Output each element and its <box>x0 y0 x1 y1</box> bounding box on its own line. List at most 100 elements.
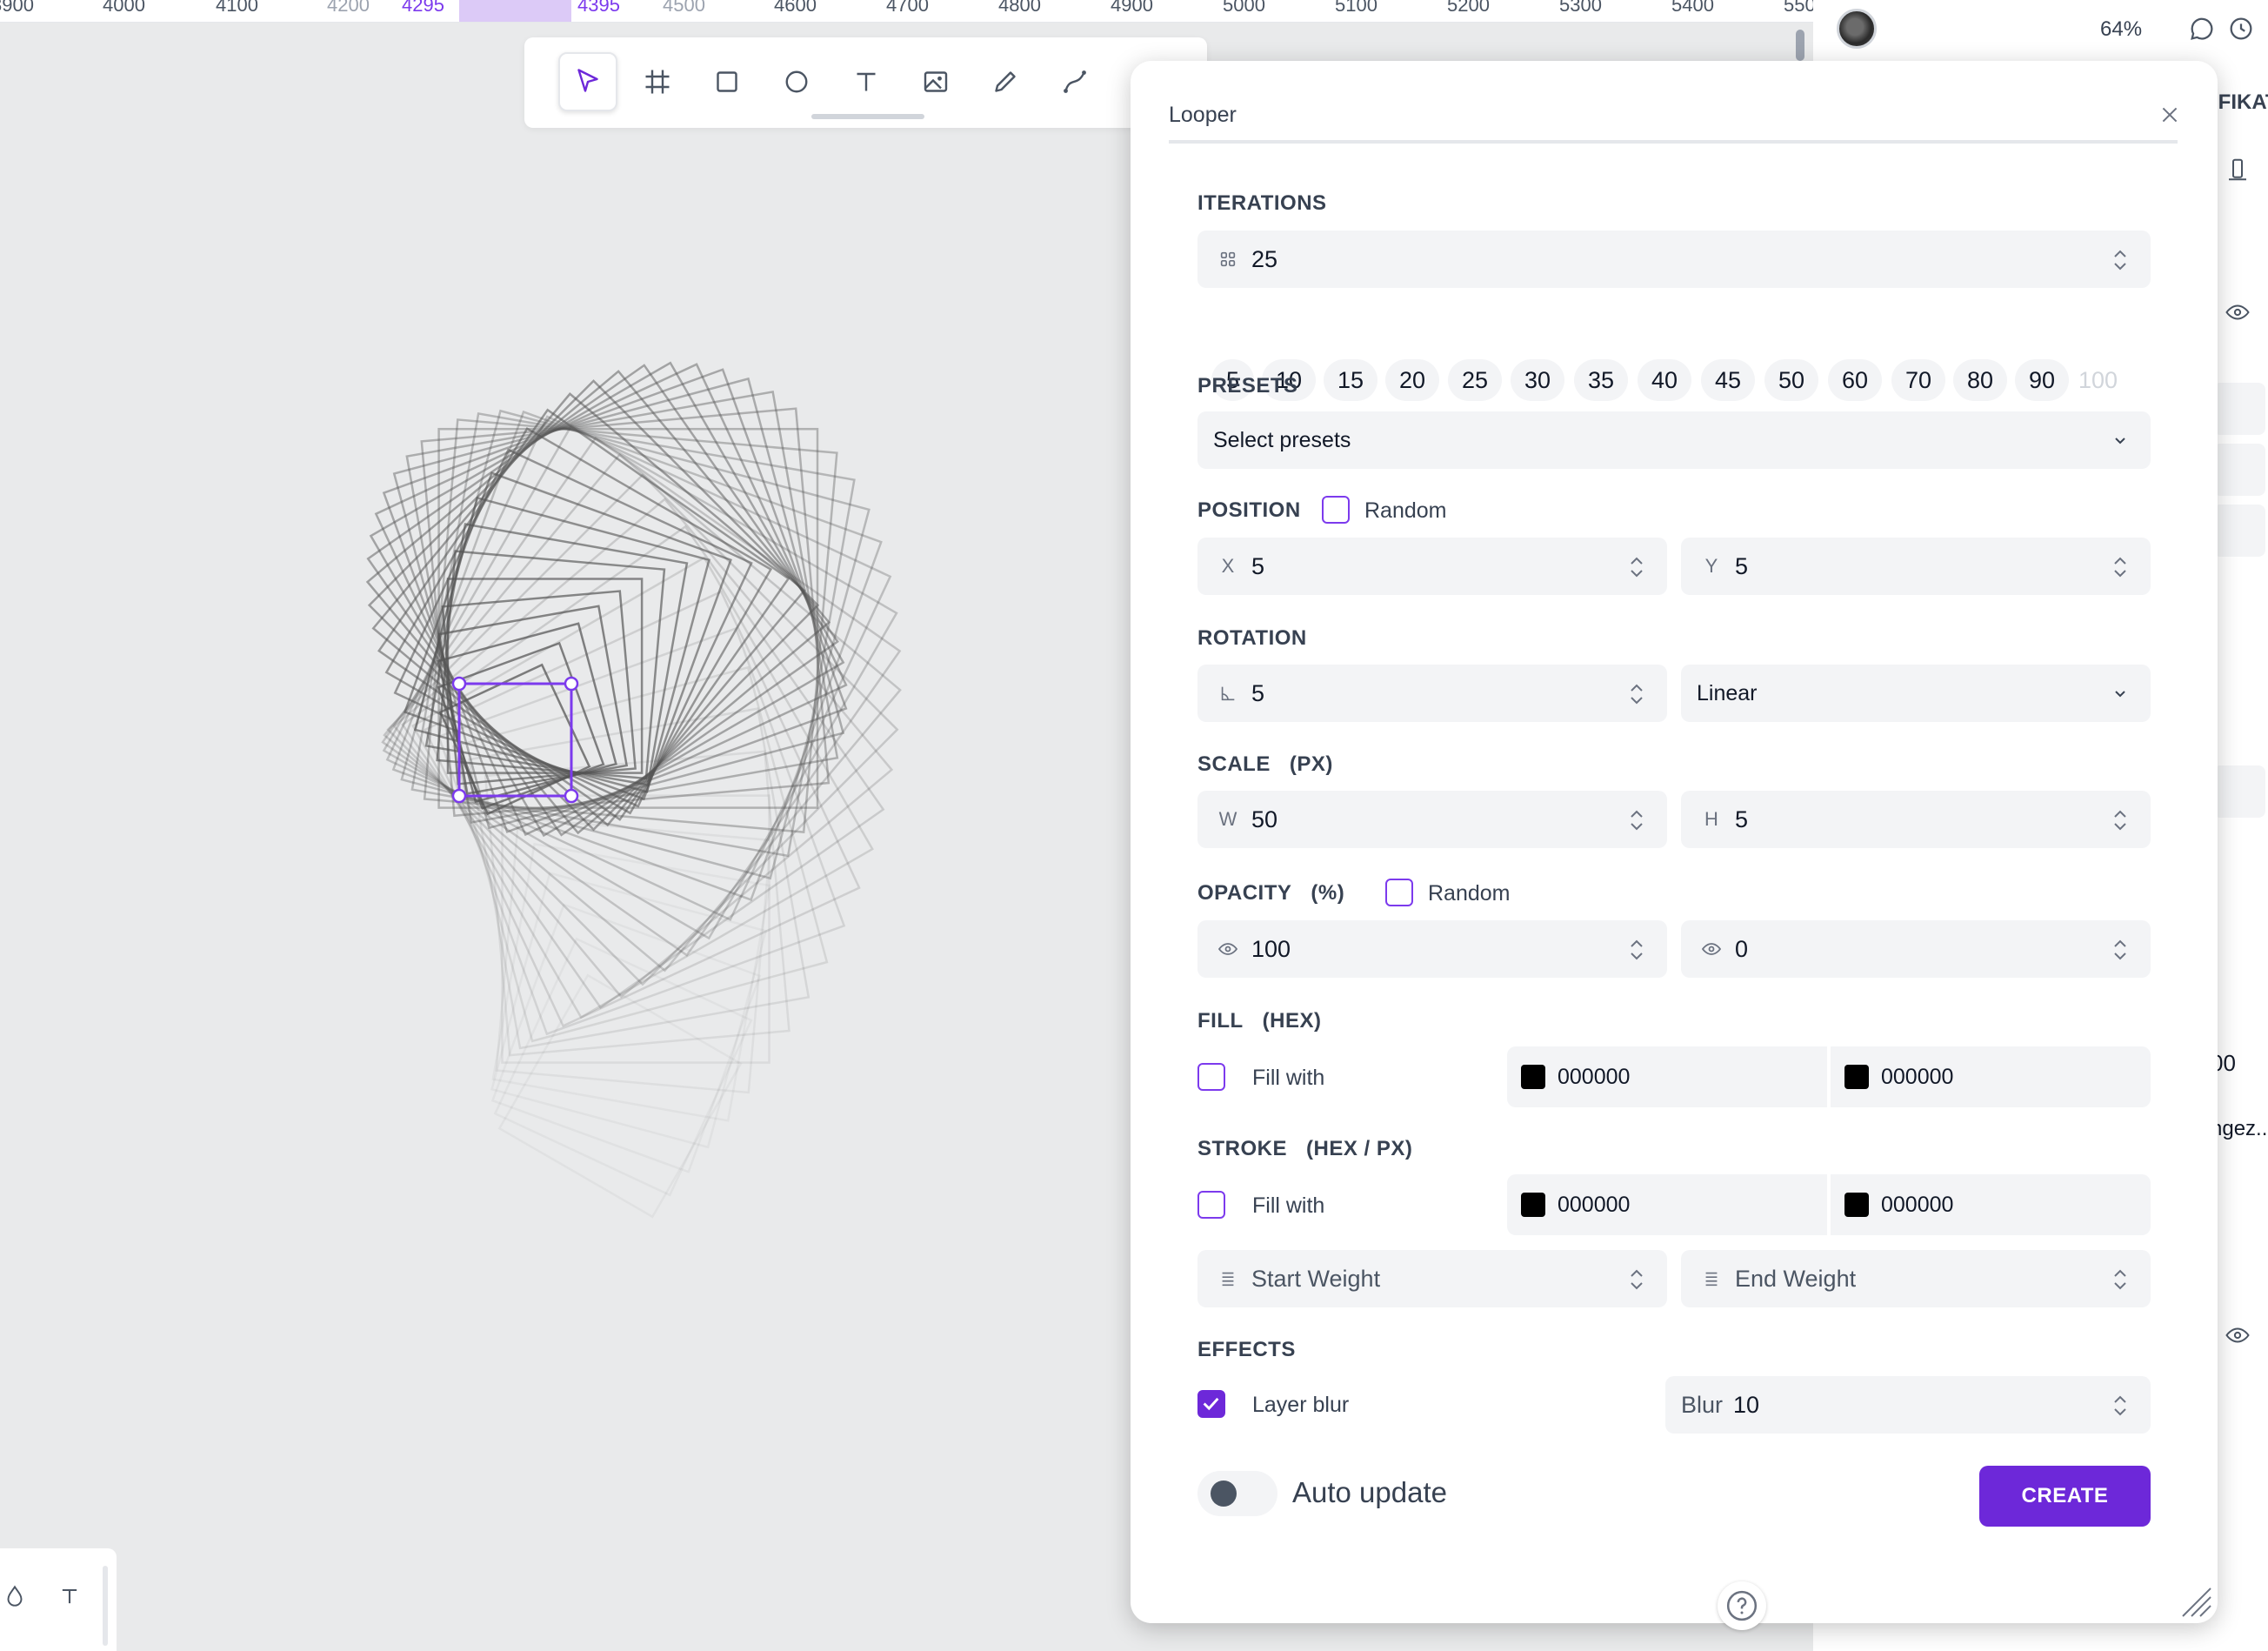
scale-height-input[interactable]: H 5 <box>1681 791 2151 848</box>
position-random-checkbox[interactable] <box>1322 496 1350 524</box>
stepper-icon[interactable] <box>2111 937 2130 963</box>
auto-update-toggle[interactable] <box>1197 1471 1277 1516</box>
help-button[interactable] <box>1718 1581 1766 1630</box>
frame-tool-button[interactable] <box>628 52 687 111</box>
iteration-chip[interactable]: 60 <box>1828 359 1882 401</box>
stroke-end-color[interactable]: 000000 <box>1831 1174 2151 1235</box>
stroke-start-color[interactable]: 000000 <box>1507 1174 1827 1235</box>
canvas-artwork[interactable] <box>0 23 1131 1651</box>
fill-with-checkbox[interactable] <box>1197 1063 1225 1091</box>
position-y-value: 5 <box>1735 552 1749 579</box>
zoom-level[interactable]: 64% <box>2100 17 2142 42</box>
stroke-start-hex: 000000 <box>1558 1192 1631 1217</box>
bottom-toolbar <box>0 1548 117 1651</box>
presets-select[interactable]: Select presets <box>1197 411 2151 469</box>
position-x-input[interactable]: X 5 <box>1197 538 1667 595</box>
panel-field[interactable] <box>2213 765 2265 818</box>
stepper-icon[interactable] <box>2111 554 2130 580</box>
iteration-chip[interactable]: 70 <box>1891 359 1945 401</box>
ruler-tick: 5000 <box>1223 0 1265 16</box>
stepper-icon[interactable] <box>2111 807 2130 833</box>
visibility-eye-icon[interactable] <box>2223 1322 2252 1348</box>
user-avatar[interactable] <box>1837 9 1877 49</box>
blur-input[interactable]: Blur 10 <box>1665 1376 2151 1434</box>
selection-handle <box>564 788 579 804</box>
iteration-chip[interactable]: 30 <box>1511 359 1564 401</box>
iteration-chip[interactable]: 90 <box>2015 359 2069 401</box>
drop-icon[interactable] <box>3 1583 26 1609</box>
stepper-icon[interactable] <box>1627 1267 1646 1293</box>
iterations-input[interactable]: 25 <box>1197 231 2151 288</box>
start-weight-input[interactable]: Start Weight <box>1197 1250 1667 1307</box>
color-swatch[interactable] <box>1521 1193 1545 1217</box>
panel-text: ngez... <box>2211 1117 2268 1140</box>
select-tool-button[interactable] <box>558 52 617 111</box>
iteration-chip[interactable]: 80 <box>1953 359 2007 401</box>
scale-width-input[interactable]: W 50 <box>1197 791 1667 848</box>
create-button[interactable]: CREATE <box>1979 1466 2151 1527</box>
ruler-tick: 5300 <box>1559 0 1602 16</box>
position-y-input[interactable]: Y 5 <box>1681 538 2151 595</box>
toolbar-drag-handle[interactable] <box>811 114 924 119</box>
opacity-title: OPACITY <box>1197 881 1292 905</box>
opacity-random-checkbox[interactable] <box>1385 879 1413 906</box>
rotation-value: 5 <box>1251 679 1265 706</box>
iteration-chip[interactable]: 45 <box>1701 359 1755 401</box>
visibility-eye-icon[interactable] <box>2223 299 2252 325</box>
opacity-start-input[interactable]: 100 <box>1197 920 1667 978</box>
panel-field[interactable] <box>2213 444 2265 496</box>
image-tool-button[interactable] <box>906 52 965 111</box>
x-prefix: X <box>1221 555 1235 577</box>
fill-end-color[interactable]: 000000 <box>1831 1046 2151 1107</box>
rectangle-tool-button[interactable] <box>697 52 757 111</box>
iteration-chip[interactable]: 50 <box>1764 359 1818 401</box>
text-tool-button[interactable] <box>837 52 896 111</box>
layer-blur-label: Layer blur <box>1252 1393 1350 1417</box>
image-icon <box>924 71 948 92</box>
iteration-chip[interactable]: 40 <box>1638 359 1691 401</box>
stepper-icon[interactable] <box>2111 247 2130 273</box>
path-tool-button[interactable] <box>1045 52 1104 111</box>
stepper-icon[interactable] <box>2111 1267 2130 1293</box>
color-swatch[interactable] <box>1844 1065 1869 1089</box>
fill-start-color[interactable]: 000000 <box>1507 1046 1827 1107</box>
iteration-chip[interactable]: 35 <box>1574 359 1628 401</box>
color-swatch[interactable] <box>1521 1065 1545 1089</box>
stepper-icon[interactable] <box>1627 937 1646 963</box>
panel-field[interactable] <box>2213 383 2265 435</box>
fill-start-hex: 000000 <box>1558 1064 1631 1089</box>
panel-field[interactable] <box>2213 505 2265 557</box>
rotation-easing-select[interactable]: Linear <box>1681 665 2151 722</box>
opacity-unit: (%) <box>1311 881 1345 905</box>
stepper-icon[interactable] <box>1627 681 1646 707</box>
device-icon[interactable] <box>2225 157 2251 183</box>
opacity-end-input[interactable]: 0 <box>1681 920 2151 978</box>
ellipse-tool-button[interactable] <box>767 52 826 111</box>
selection-handle <box>451 788 467 804</box>
iteration-chip[interactable]: 20 <box>1385 359 1439 401</box>
resize-grip-icon[interactable] <box>2174 1583 2212 1618</box>
comment-icon[interactable] <box>2187 14 2217 43</box>
position-label: POSITION <box>1197 498 1301 522</box>
color-swatch[interactable] <box>1844 1193 1869 1217</box>
layer-blur-checkbox[interactable] <box>1197 1390 1225 1418</box>
stepper-icon[interactable] <box>2111 1393 2130 1419</box>
ruler-tick: 4600 <box>774 0 817 16</box>
bottom-toolbar-scrollbar[interactable] <box>103 1566 108 1646</box>
canvas-scrollbar-thumb[interactable] <box>1796 30 1804 61</box>
stepper-icon[interactable] <box>1627 554 1646 580</box>
stepper-icon[interactable] <box>1627 807 1646 833</box>
stroke-fill-with-checkbox[interactable] <box>1197 1191 1225 1219</box>
iteration-chip[interactable]: 100 <box>2078 359 2132 401</box>
history-icon[interactable] <box>2226 14 2256 43</box>
text-icon[interactable] <box>57 1583 82 1609</box>
iteration-chip[interactable]: 25 <box>1448 359 1502 401</box>
pencil-tool-button[interactable] <box>976 52 1035 111</box>
rotation-input[interactable]: 5 <box>1197 665 1667 722</box>
close-button[interactable] <box>2154 99 2185 130</box>
end-weight-input[interactable]: End Weight <box>1681 1250 2151 1307</box>
tool-bar <box>524 37 1207 128</box>
blur-value: 10 <box>1733 1391 1760 1418</box>
selection-handle <box>451 676 467 692</box>
iteration-chip[interactable]: 15 <box>1324 359 1377 401</box>
